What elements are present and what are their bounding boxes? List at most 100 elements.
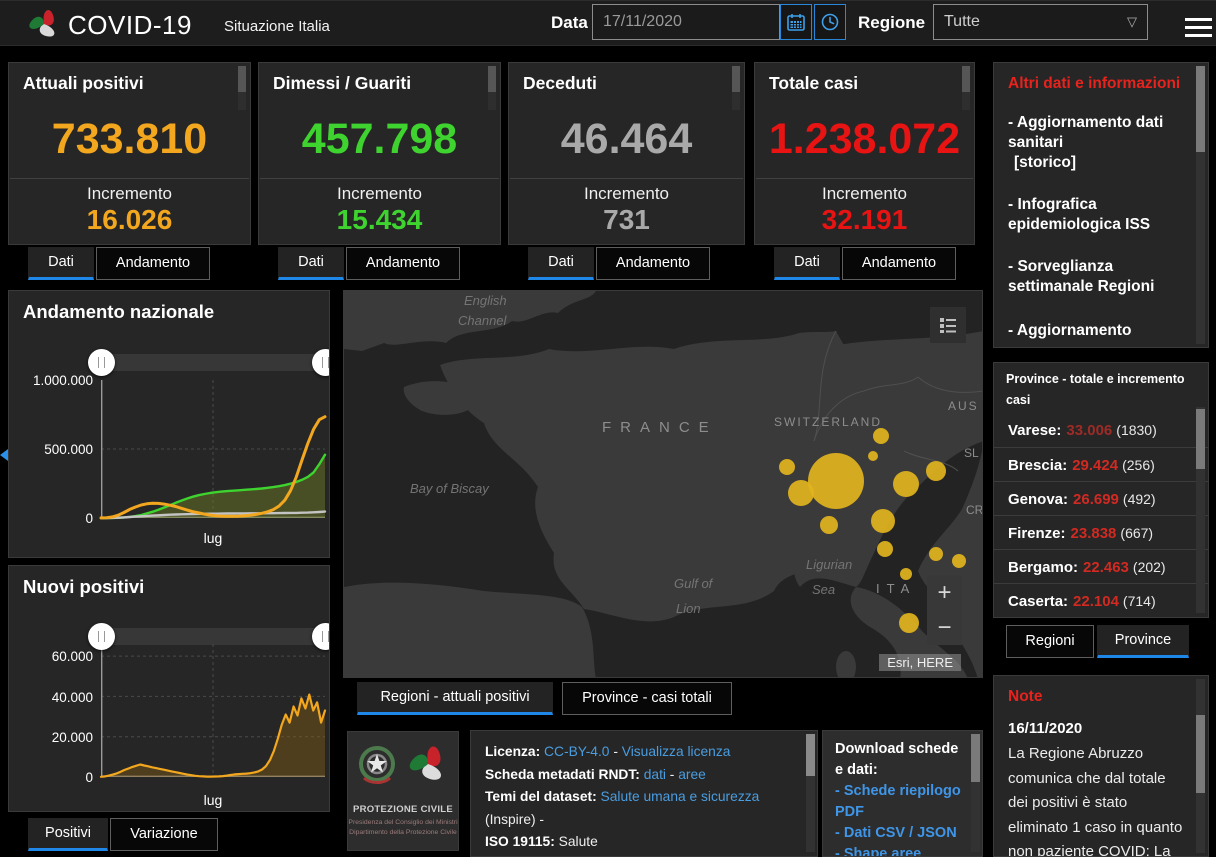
map-bubble[interactable] bbox=[877, 541, 893, 557]
zoom-in-button[interactable]: + bbox=[927, 575, 962, 610]
tab-province-casi-totali[interactable]: Province - casi totali bbox=[562, 682, 732, 715]
region-label: Regione bbox=[858, 13, 925, 33]
visualizza-licenza-link[interactable]: Visualizza licenza bbox=[622, 744, 731, 759]
legend-button[interactable] bbox=[930, 307, 966, 343]
map-bubble[interactable] bbox=[929, 547, 943, 561]
map-bubble[interactable] bbox=[899, 613, 919, 633]
time-range-bar[interactable] bbox=[101, 354, 325, 371]
map-bubble[interactable] bbox=[893, 471, 919, 497]
calendar-button[interactable] bbox=[780, 4, 812, 40]
province-row-bergamo[interactable]: Bergamo:22.463(202) bbox=[994, 549, 1208, 583]
license-panel: Licenza: CC-BY-4.0 - Visualizza licenza … bbox=[470, 730, 818, 857]
link-aggiornamento-2[interactable]: - Aggiornamento bbox=[1008, 321, 1182, 341]
card-dimessi-guariti: Dimessi / Guariti 457.798 Incremento 15.… bbox=[258, 62, 501, 245]
tab-regioni[interactable]: Regioni bbox=[1006, 625, 1094, 658]
range-handle-right[interactable] bbox=[312, 349, 330, 376]
card-scrollbar[interactable] bbox=[488, 66, 496, 110]
link-infografica-iss[interactable]: - Infografica epidemiologica ISS bbox=[1008, 195, 1182, 235]
scrollbar[interactable] bbox=[1196, 679, 1205, 853]
download-csv-json-link[interactable]: - Dati CSV / JSON bbox=[835, 823, 970, 844]
map-bubble[interactable] bbox=[926, 461, 946, 481]
map-label: CR bbox=[966, 503, 983, 517]
time-range-bar[interactable] bbox=[101, 628, 325, 645]
link-sorveglianza-regioni[interactable]: - Sorveglianza settimanale Regioni bbox=[1008, 257, 1182, 297]
y-tick: 0 bbox=[11, 770, 93, 785]
card-scrollbar[interactable] bbox=[962, 66, 970, 110]
download-pdf-link[interactable]: - Schede riepilogo PDF bbox=[835, 781, 970, 823]
scrollbar[interactable] bbox=[806, 734, 815, 852]
map-panel[interactable]: EnglishChannelFRANCESWITZERLANDBay of Bi… bbox=[343, 290, 983, 678]
increment-value: 16.026 bbox=[9, 204, 250, 236]
collapse-panel-arrow[interactable] bbox=[0, 449, 8, 461]
tab-province[interactable]: Province bbox=[1097, 625, 1189, 658]
tab-positivi[interactable]: Positivi bbox=[28, 818, 108, 851]
tab-andamento-deceduti[interactable]: Andamento bbox=[596, 247, 710, 280]
republic-emblem-icon bbox=[358, 740, 396, 802]
tab-dati-totale[interactable]: Dati bbox=[774, 247, 840, 280]
new-positives-chart bbox=[101, 644, 325, 777]
map-bubble[interactable] bbox=[900, 568, 912, 580]
tab-dati-dimessi[interactable]: Dati bbox=[278, 247, 344, 280]
calendar-icon bbox=[786, 12, 806, 32]
card-scrollbar[interactable] bbox=[238, 66, 246, 110]
province-row-firenze[interactable]: Firenze:23.838(667) bbox=[994, 515, 1208, 549]
range-handle-left[interactable] bbox=[88, 623, 115, 650]
clock-icon bbox=[820, 12, 840, 32]
tab-andamento-totale[interactable]: Andamento bbox=[842, 247, 956, 280]
card-title: Attuali positivi bbox=[23, 73, 144, 94]
y-tick: 500.000 bbox=[11, 442, 93, 457]
download-title: Download schede e dati: bbox=[835, 739, 970, 781]
scrollbar[interactable] bbox=[1196, 407, 1205, 613]
info-links-panel: Altri dati e informazioni - Aggiornament… bbox=[993, 62, 1209, 348]
y-tick: 40.000 bbox=[11, 690, 93, 705]
tab-variazione[interactable]: Variazione bbox=[110, 818, 218, 851]
link-aggiornamento-dati[interactable]: - Aggiornamento dati sanitari [storico] bbox=[1008, 113, 1182, 173]
card-scrollbar[interactable] bbox=[732, 66, 740, 110]
tab-andamento-dimessi[interactable]: Andamento bbox=[346, 247, 460, 280]
aree-link[interactable]: aree bbox=[678, 767, 706, 782]
download-shape-link[interactable]: - Shape aree bbox=[835, 844, 970, 857]
tab-andamento-attuali[interactable]: Andamento bbox=[96, 247, 210, 280]
time-button[interactable] bbox=[814, 4, 846, 40]
map-label: ITA bbox=[876, 581, 916, 596]
province-row-brescia[interactable]: Brescia:29.424(256) bbox=[994, 447, 1208, 481]
card-value: 733.810 bbox=[9, 115, 250, 164]
map-label: English bbox=[464, 293, 507, 308]
app-subtitle: Situazione Italia bbox=[224, 18, 330, 35]
y-tick: 0 bbox=[11, 511, 93, 526]
map-bubble[interactable] bbox=[871, 509, 895, 533]
province-row-varese[interactable]: Varese:33.006(1830) bbox=[994, 413, 1208, 447]
tab-regioni-attuali-positivi[interactable]: Regioni - attuali positivi bbox=[357, 682, 553, 715]
map-bubble[interactable] bbox=[952, 554, 966, 568]
date-label: Data bbox=[551, 13, 588, 33]
scrollbar[interactable] bbox=[1196, 66, 1205, 344]
menu-button[interactable] bbox=[1185, 18, 1213, 44]
tab-dati-attuali[interactable]: Dati bbox=[28, 247, 94, 280]
map-canvas[interactable]: EnglishChannelFRANCESWITZERLANDBay of Bi… bbox=[344, 291, 983, 678]
map-bubble[interactable] bbox=[873, 428, 889, 444]
cc-by-link[interactable]: CC-BY-4.0 bbox=[544, 744, 609, 759]
scrollbar[interactable] bbox=[971, 734, 980, 852]
salute-umana-link[interactable]: Salute umana e sicurezza bbox=[601, 789, 760, 804]
dati-link[interactable]: dati bbox=[644, 767, 666, 782]
increment-value: 32.191 bbox=[755, 204, 974, 236]
map-bubble[interactable] bbox=[788, 480, 814, 506]
card-title: Totale casi bbox=[769, 73, 858, 94]
zoom-out-button[interactable]: − bbox=[927, 610, 962, 645]
map-bubble[interactable] bbox=[779, 459, 795, 475]
map-bubble[interactable] bbox=[808, 453, 864, 509]
provinces-panel: Province - totale e incremento casi Vare… bbox=[993, 362, 1209, 618]
province-row-genova[interactable]: Genova:26.699(492) bbox=[994, 481, 1208, 515]
map-label: Lion bbox=[676, 601, 701, 616]
region-select[interactable]: Tutte ▽ bbox=[933, 4, 1148, 40]
region-select-value: Tutte bbox=[944, 13, 980, 30]
province-row-caserta[interactable]: Caserta:22.104(714) bbox=[994, 583, 1208, 617]
range-handle-left[interactable] bbox=[88, 349, 115, 376]
tab-dati-deceduti[interactable]: Dati bbox=[528, 247, 594, 280]
increment-value: 731 bbox=[509, 204, 744, 236]
date-input[interactable]: 17/11/2020 bbox=[592, 4, 780, 40]
card-deceduti: Deceduti 46.464 Incremento 731 bbox=[508, 62, 745, 245]
map-zoom-control: + − bbox=[927, 575, 962, 645]
map-bubble[interactable] bbox=[868, 451, 878, 461]
map-bubble[interactable] bbox=[820, 516, 838, 534]
